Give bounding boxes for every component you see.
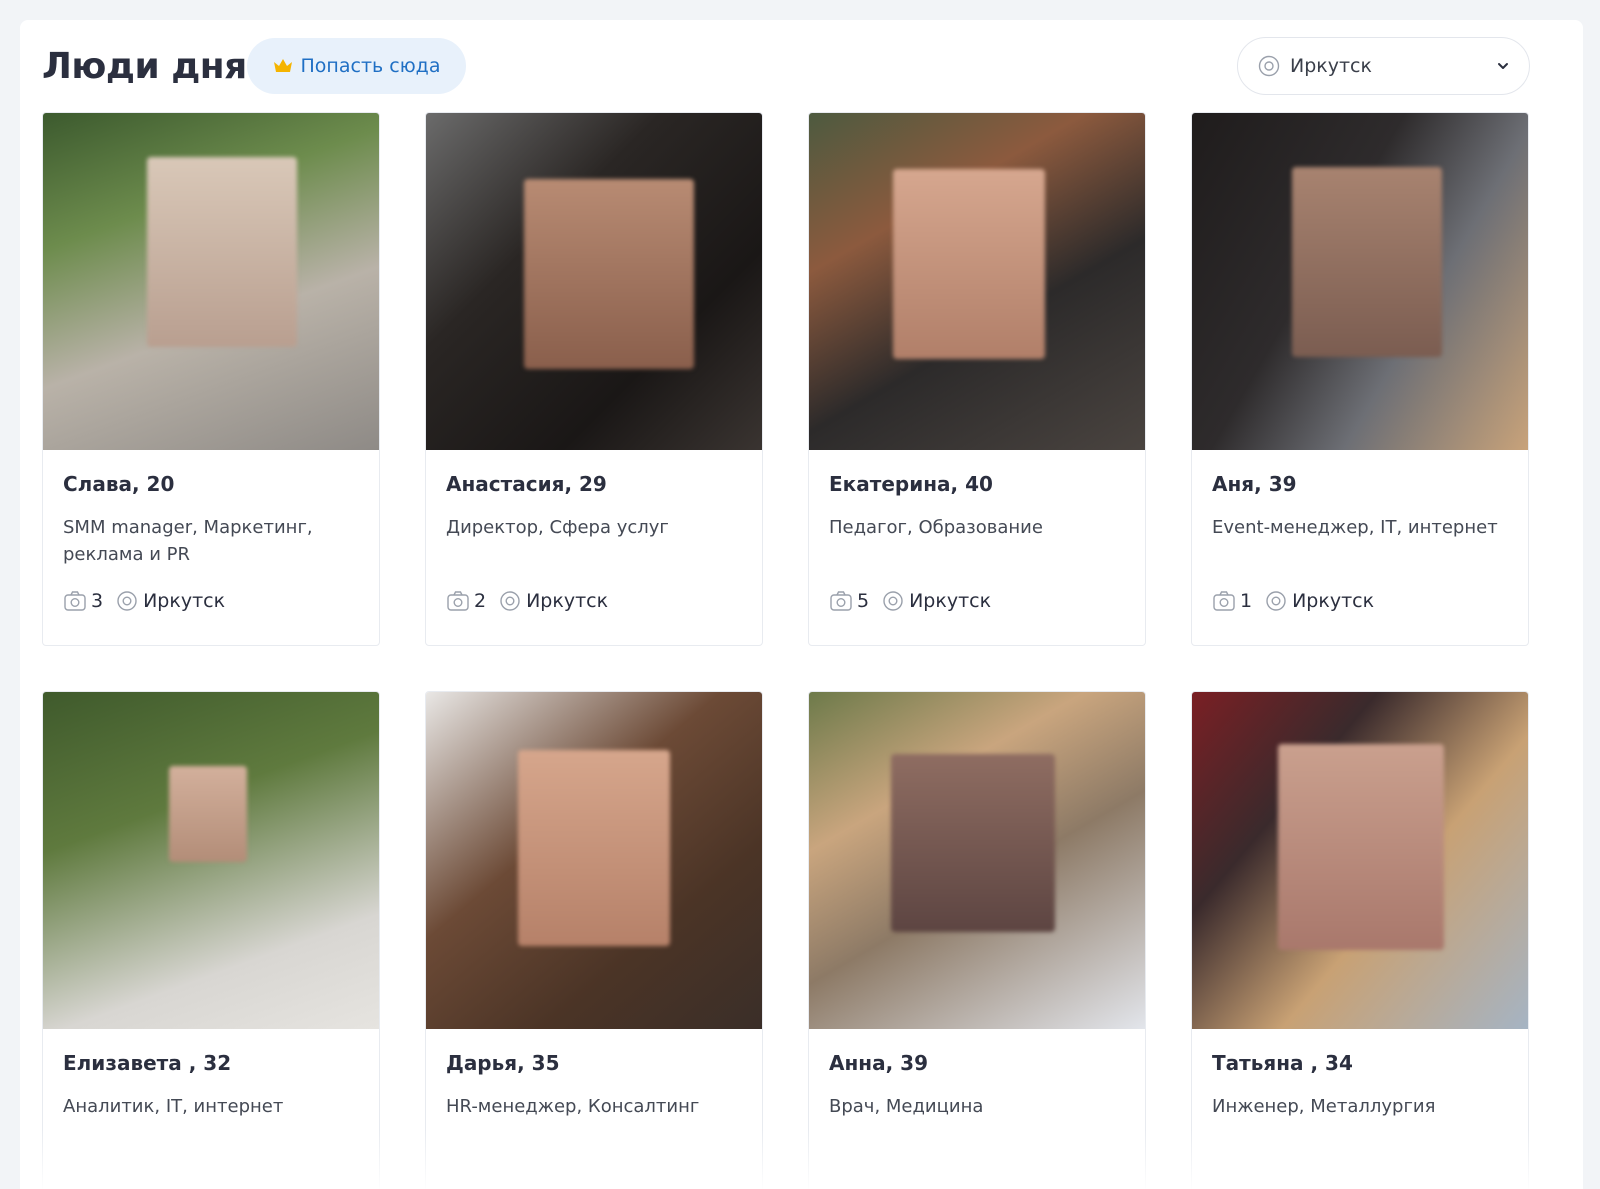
location-pin-icon [117,591,137,611]
profile-photo[interactable] [43,113,379,450]
profile-city: Иркутск [909,590,992,612]
profile-card[interactable]: Екатерина, 40 Педагог, Образование 5 Ирк… [808,112,1146,646]
profile-occupation: Аналитик, IT, интернет [63,1096,284,1117]
profile-occupation: Event-менеджер, IT, интернет [1212,517,1498,538]
profile-name: Татьяна , 34 [1212,1051,1353,1075]
profile-occupation: HR-менеджер, Консалтинг [446,1096,700,1117]
profile-photo[interactable] [43,692,379,1029]
profile-meta: 2 Иркутск [446,590,742,612]
chevron-down-icon [1498,63,1508,69]
profile-occupation: SMM manager, Маркетинг, реклама и PR [63,517,313,565]
profile-card[interactable]: Слава, 20 SMM manager, Маркетинг, реклам… [42,112,380,646]
profile-card[interactable]: Дарья, 35 HR-менеджер, Консалтинг [425,691,763,1189]
photo-count: 1 [1240,590,1253,612]
camera-icon [1213,591,1235,611]
people-of-the-day-panel: Люди дня Попасть сюда Иркутск Слава, 20 … [20,20,1583,1189]
profile-card[interactable]: Татьяна , 34 Инженер, Металлургия [1191,691,1529,1189]
profile-name: Анна, 39 [829,1051,929,1075]
photo-count: 3 [91,590,104,612]
location-pin-icon [883,591,903,611]
profile-card[interactable]: Аня, 39 Event-менеджер, IT, интернет 1 И… [1191,112,1529,646]
profile-name: Анастасия, 29 [446,472,607,496]
profile-photo[interactable] [426,692,762,1029]
camera-icon [64,591,86,611]
profile-occupation: Врач, Медицина [829,1096,984,1117]
location-pin-icon [1258,55,1280,77]
profile-city: Иркутск [526,590,609,612]
profile-photo[interactable] [1192,113,1528,450]
profile-name: Дарья, 35 [446,1051,560,1075]
profile-name: Аня, 39 [1212,472,1297,496]
profile-meta: 3 Иркутск [63,590,359,612]
profile-occupation: Инженер, Металлургия [1212,1096,1436,1117]
profile-name: Екатерина, 40 [829,472,993,496]
get-featured-button[interactable]: Попасть сюда [247,38,466,94]
profile-occupation: Педагог, Образование [829,517,1043,538]
profile-meta: 5 Иркутск [829,590,1125,612]
profile-meta: 1 Иркутск [1212,590,1508,612]
profile-photo[interactable] [809,113,1145,450]
city-select[interactable]: Иркутск [1237,37,1530,95]
profile-card[interactable]: Анастасия, 29 Директор, Сфера услуг 2 Ир… [425,112,763,646]
profile-name: Слава, 20 [63,472,175,496]
page-title: Люди дня [42,46,247,87]
header: Люди дня Попасть сюда Иркутск [20,20,1583,112]
camera-icon [447,591,469,611]
profile-occupation: Директор, Сфера услуг [446,517,669,538]
get-featured-label: Попасть сюда [300,55,441,77]
profile-city: Иркутск [143,590,226,612]
location-pin-icon [500,591,520,611]
crown-icon [273,59,292,72]
city-select-value: Иркутск [1290,55,1372,77]
profile-card[interactable]: Анна, 39 Врач, Медицина [808,691,1146,1189]
profile-card[interactable]: Елизавета , 32 Аналитик, IT, интернет [42,691,380,1189]
profile-city: Иркутск [1292,590,1375,612]
profile-photo[interactable] [426,113,762,450]
profile-name: Елизавета , 32 [63,1051,232,1075]
location-pin-icon [1266,591,1286,611]
photo-count: 2 [474,590,487,612]
photo-count: 5 [857,590,870,612]
profile-photo[interactable] [809,692,1145,1029]
camera-icon [830,591,852,611]
profile-photo[interactable] [1192,692,1528,1029]
